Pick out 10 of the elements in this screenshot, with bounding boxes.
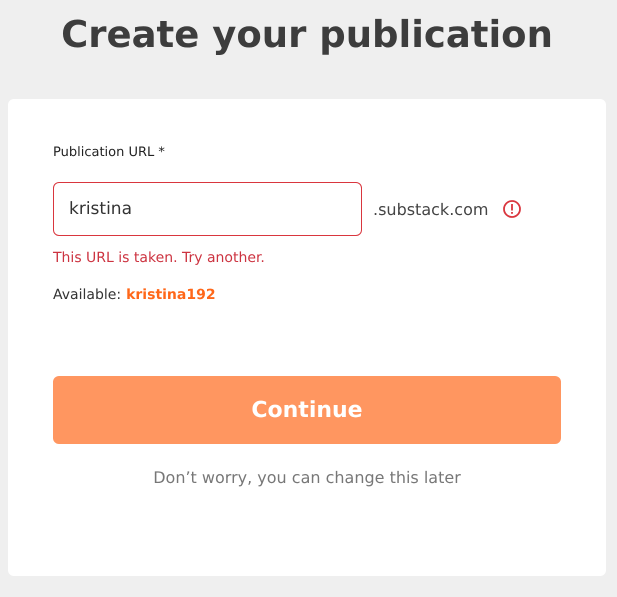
suggestion-link[interactable]: kristina192 (126, 287, 216, 303)
available-label: Available: (53, 287, 122, 303)
domain-suffix: .substack.com (373, 200, 488, 218)
error-message: This URL is taken. Try another. (53, 250, 266, 266)
helper-text: Don’t worry, you can change this later (152, 468, 462, 487)
field-label: Publication URL * (53, 145, 166, 160)
page-title: Create your publication (61, 12, 553, 58)
continue-button[interactable]: Continue (53, 376, 561, 444)
error-icon (502, 199, 522, 219)
url-input-field[interactable]: kristina (53, 182, 362, 236)
